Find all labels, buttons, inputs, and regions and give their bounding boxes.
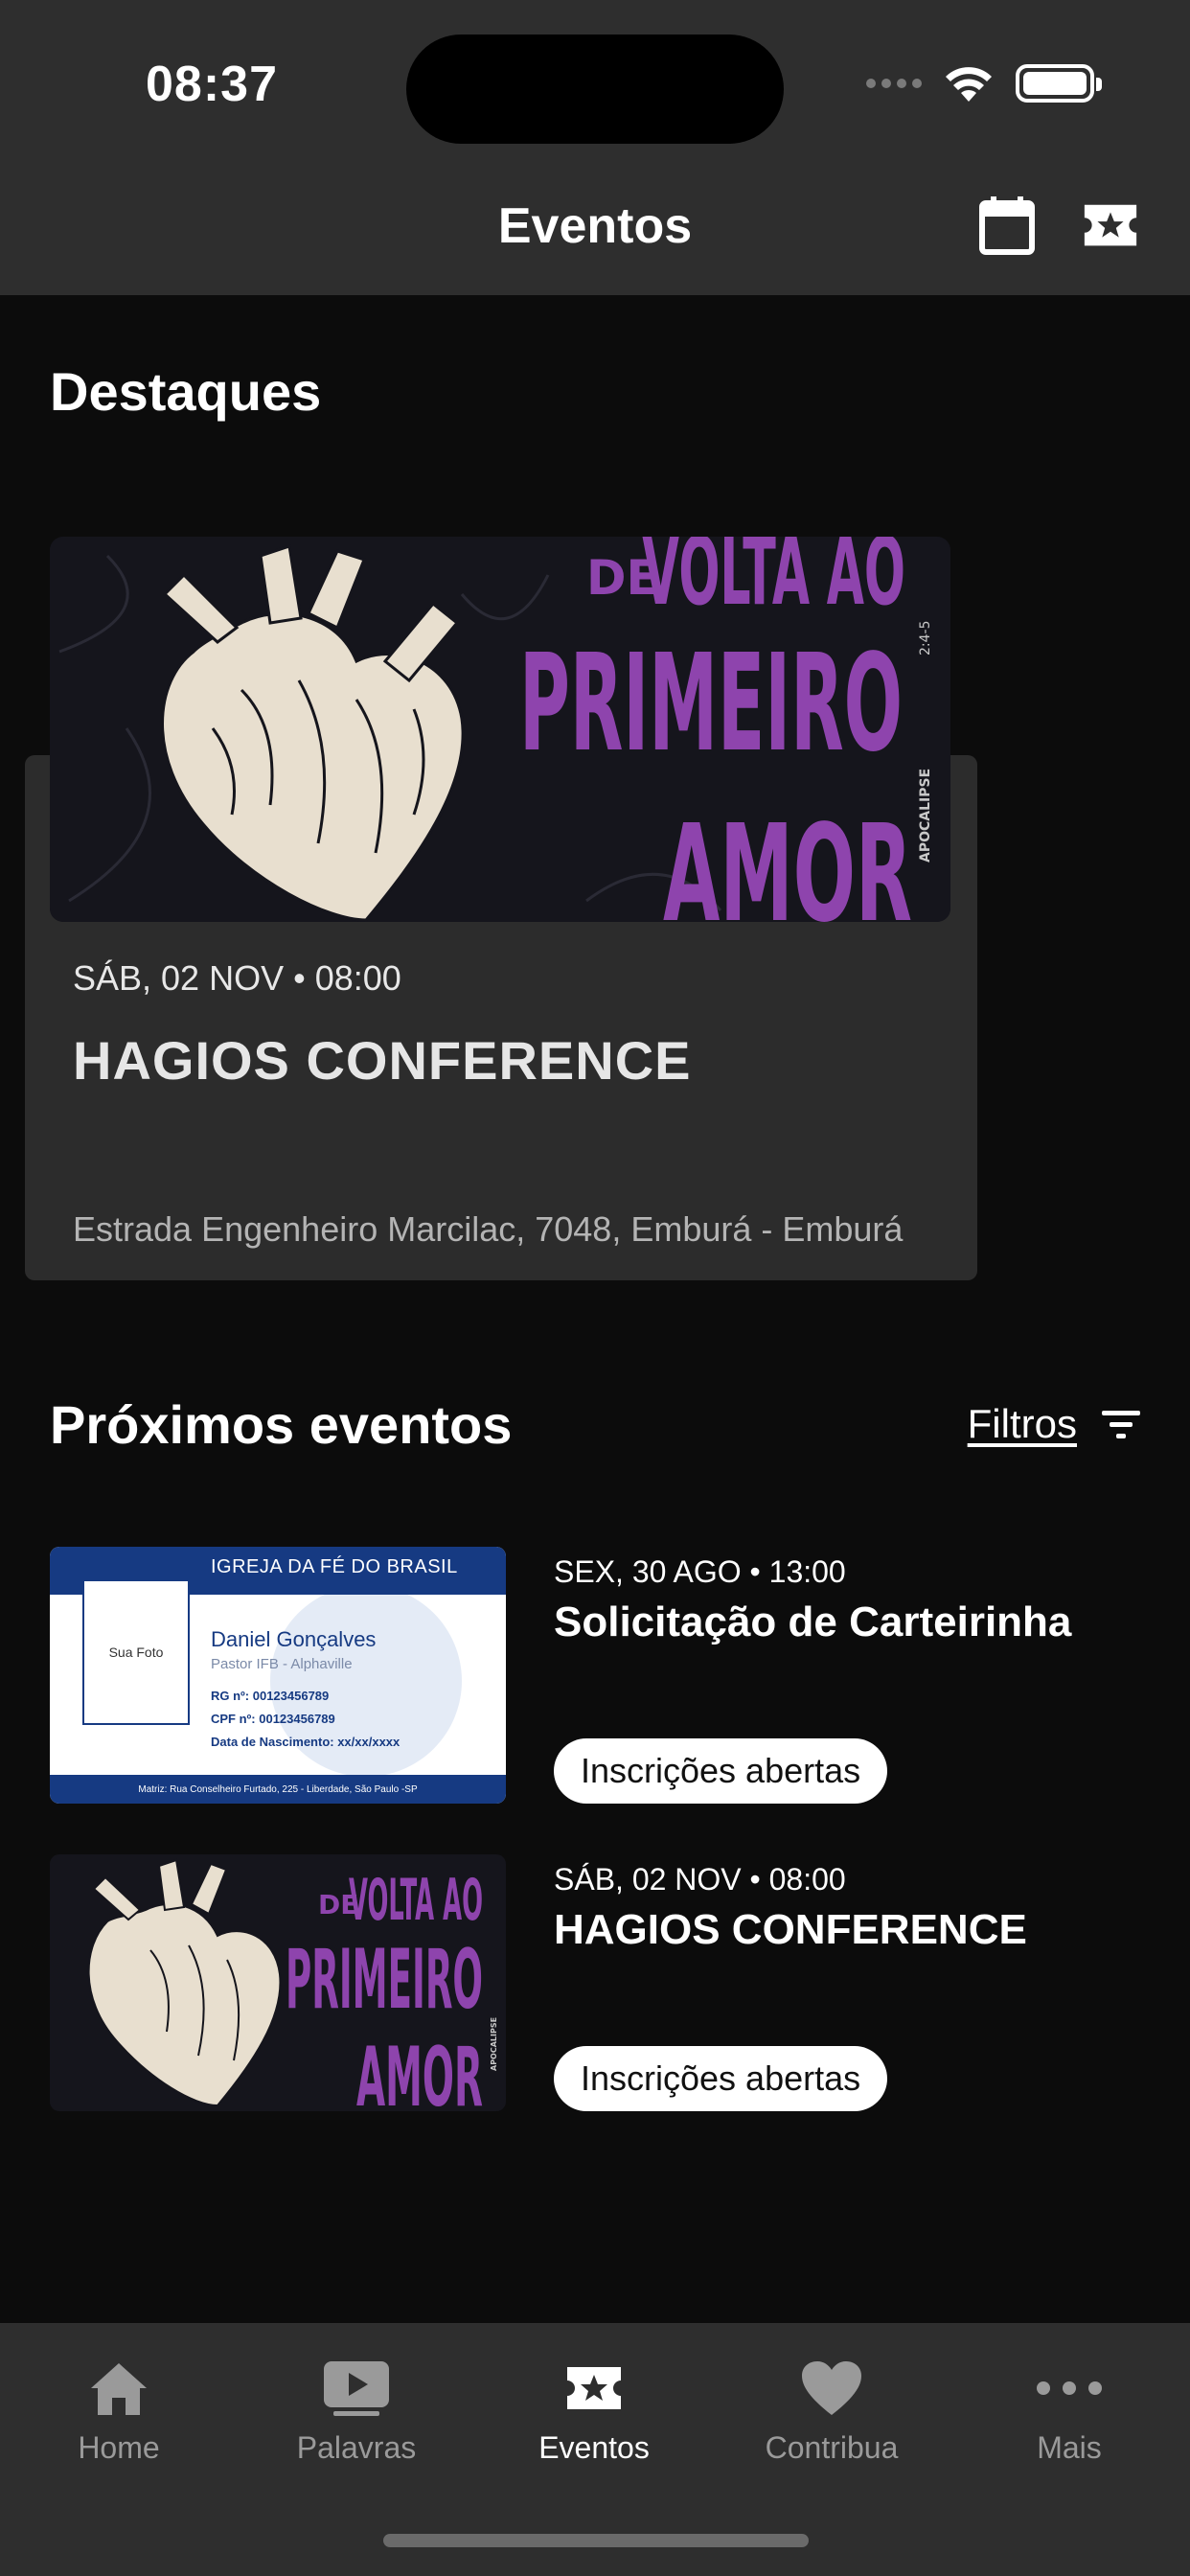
header-actions [977,196,1140,255]
poster-word: PRIMEIRO [519,626,903,782]
id-card-footer: Matriz: Rua Conselheiro Furtado, 225 - L… [50,1775,506,1804]
dynamic-island [406,34,784,144]
id-card-image: IGREJA DA FÉ DO BRASIL Sua Foto Daniel G… [50,1547,506,1804]
upcoming-title: Próximos eventos [50,1394,513,1455]
signal-icon [866,79,922,88]
filter-icon [1102,1411,1140,1438]
heart-icon [802,2361,861,2415]
calendar-icon [979,196,1035,255]
event-thumbnail: DE VOLTA AO PRIMEIRO AMOR APOCALIPSE [50,1854,506,2111]
poster-word: VOLTA AO [349,1867,483,1934]
id-card-rg: RG nº: 00123456789 [211,1689,330,1703]
id-card-role: Pastor IFB - Alphaville [211,1656,353,1672]
battery-icon [1016,64,1102,103]
tab-label: Contribua [765,2430,899,2465]
poster-side-text: APOCALIPSE [918,769,933,862]
tab-contribua[interactable]: Contribua [713,2350,950,2466]
id-card-org: IGREJA DA FÉ DO BRASIL [211,1556,458,1577]
event-date: SEX, 30 AGO • 13:00 [554,1554,846,1589]
event-title: Solicitação de Carteirinha [554,1598,1072,1645]
id-card-photo: Sua Foto [82,1579,190,1725]
highlights-title: Destaques [50,361,322,422]
tab-palavras[interactable]: Palavras [238,2350,475,2466]
id-card-birth: Data de Nascimento: xx/xx/xxxx [211,1735,400,1749]
tab-eventos[interactable]: Eventos [475,2350,713,2466]
event-list-item[interactable]: DE VOLTA AO PRIMEIRO AMOR APOCALIPSE SÁB… [50,1854,1142,2113]
featured-event-address: Estrada Engenheiro Marcilac, 7048, Embur… [73,1209,904,1249]
home-icon [91,2363,147,2415]
status-time: 08:37 [146,57,278,112]
home-indicator [383,2534,809,2547]
more-icon [1037,2381,1102,2395]
poster-reference: 2:4-5 [918,621,933,656]
filters-button[interactable]: Filtros [968,1401,1140,1447]
poster-side-text: APOCALIPSE [490,2017,498,2071]
tab-home[interactable]: Home [0,2350,238,2466]
filters-label: Filtros [967,1401,1077,1446]
poster-word: AMOR [663,796,912,922]
ticket-star-icon [567,2367,621,2409]
ticket-star-icon [1084,204,1137,246]
event-list-item[interactable]: IGREJA DA FÉ DO BRASIL Sua Foto Daniel G… [50,1547,1142,1806]
tab-label: Home [78,2430,160,2465]
registration-status-badge[interactable]: Inscrições abertas [554,1738,888,1804]
poster-word: AMOR [356,2030,483,2111]
event-title: HAGIOS CONFERENCE [554,1906,1027,1953]
status-icons [866,63,1102,104]
id-card-cpf: CPF nº: 00123456789 [211,1712,335,1726]
registration-status-badge[interactable]: Inscrições abertas [554,2046,888,2111]
wifi-icon [946,67,992,102]
poster-word: PRIMEIRO [286,1932,483,2028]
featured-event-date: SÁB, 02 NOV • 08:00 [73,958,401,998]
tab-label: Palavras [296,2430,417,2465]
tab-label: Eventos [538,2430,650,2465]
my-tickets-button[interactable] [1081,196,1140,255]
poster-word: VOLTA AO [642,537,905,627]
id-card-name: Daniel Gonçalves [211,1627,377,1651]
event-thumbnail: IGREJA DA FÉ DO BRASIL Sua Foto Daniel G… [50,1547,506,1804]
top-bar: 08:37 Eventos [0,0,1190,295]
calendar-button[interactable] [977,196,1037,255]
event-date: SÁB, 02 NOV • 08:00 [554,1862,846,1897]
tab-label: Mais [1037,2430,1102,2465]
featured-event-image[interactable]: DE VOLTA AO PRIMEIRO AMOR APOCALIPSE 2:4… [50,537,950,922]
play-icon [324,2361,389,2416]
featured-event-title: HAGIOS CONFERENCE [73,1030,692,1091]
tab-mais[interactable]: Mais [950,2350,1188,2466]
